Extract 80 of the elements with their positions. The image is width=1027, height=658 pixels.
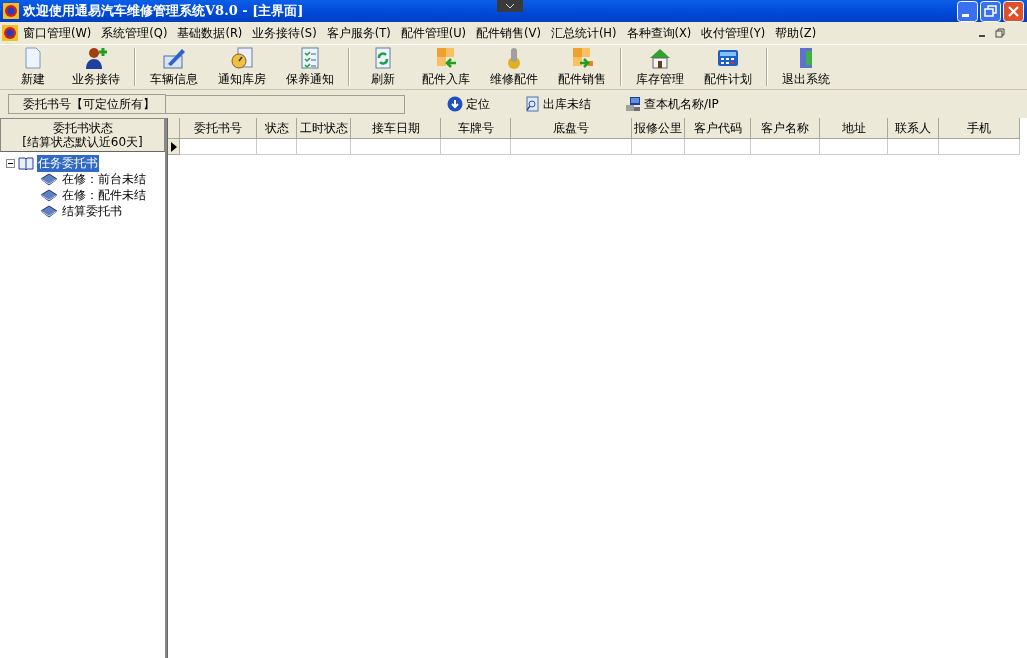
table-cell[interactable] bbox=[351, 139, 441, 155]
column-header[interactable]: 委托书号 bbox=[180, 118, 257, 139]
menu-item[interactable]: 窗口管理(W) bbox=[18, 25, 97, 41]
arrow-down-icon bbox=[447, 96, 463, 112]
chevron-down-icon[interactable] bbox=[497, 0, 523, 12]
table-cell[interactable] bbox=[939, 139, 1020, 155]
column-header[interactable]: 客户名称 bbox=[751, 118, 820, 139]
column-header[interactable]: 报修公里 bbox=[632, 118, 685, 139]
toolbar-button[interactable]: 配件销售 bbox=[548, 45, 616, 89]
app-logo-icon bbox=[2, 25, 18, 41]
table-cell[interactable] bbox=[888, 139, 939, 155]
toolbar-button[interactable]: 业务接待 bbox=[62, 45, 130, 89]
table-cell[interactable] bbox=[632, 139, 685, 155]
toolbar-button[interactable]: 保养通知 bbox=[276, 45, 344, 89]
column-header[interactable]: 接车日期 bbox=[351, 118, 441, 139]
table-cell[interactable] bbox=[180, 139, 257, 155]
table-cell[interactable] bbox=[257, 139, 297, 155]
menu-item[interactable]: 系统管理(Q) bbox=[96, 25, 173, 41]
collapse-icon[interactable] bbox=[6, 158, 15, 168]
search-action-button[interactable]: 出库未结 bbox=[522, 95, 593, 113]
table-cell[interactable] bbox=[820, 139, 888, 155]
column-header[interactable]: 地址 bbox=[820, 118, 888, 139]
toolbar-button[interactable]: 配件计划 bbox=[694, 45, 762, 89]
toolbar-button[interactable]: 新建 bbox=[4, 45, 62, 89]
menu-item[interactable]: 业务接待(S) bbox=[247, 25, 322, 41]
toolbar-button[interactable]: 配件入库 bbox=[412, 45, 480, 89]
toolbar-button[interactable]: 退出系统 bbox=[772, 45, 840, 89]
tree-item[interactable]: 在修：配件未结 bbox=[61, 186, 147, 204]
app-logo-icon bbox=[3, 3, 19, 19]
menu-item[interactable]: 帮助(Z) bbox=[770, 25, 822, 41]
toolbar-button[interactable]: 维修配件 bbox=[480, 45, 548, 89]
person-add-icon bbox=[84, 46, 108, 70]
menu-item[interactable]: 客户服务(T) bbox=[321, 25, 396, 41]
checklist-icon bbox=[298, 46, 322, 70]
house-icon bbox=[648, 46, 672, 70]
table-cell[interactable] bbox=[441, 139, 511, 155]
tree-header: 委托书状态 [结算状态默认近60天] bbox=[0, 118, 165, 152]
search-action-button[interactable]: 定位 bbox=[445, 95, 492, 113]
restore-icon[interactable] bbox=[995, 28, 1005, 38]
toolbar-button[interactable]: 刷新 bbox=[354, 45, 412, 89]
column-header[interactable]: 手机 bbox=[939, 118, 1020, 139]
search-icon bbox=[524, 96, 540, 112]
column-header[interactable]: 状态 bbox=[257, 118, 297, 139]
column-header[interactable]: 工时状态 bbox=[297, 118, 351, 139]
menu-item[interactable]: 各种查询(X) bbox=[621, 25, 697, 41]
toolbar-button[interactable]: 通知库房 bbox=[208, 45, 276, 89]
toolbar-button[interactable]: 车辆信息 bbox=[140, 45, 208, 89]
close-button[interactable] bbox=[1003, 0, 1024, 22]
computer-icon bbox=[625, 96, 641, 112]
menu-item[interactable]: 汇总统计(H) bbox=[545, 25, 622, 41]
table-cell[interactable] bbox=[511, 139, 632, 155]
column-header[interactable]: 客户代码 bbox=[685, 118, 751, 139]
table-cell[interactable] bbox=[685, 139, 751, 155]
window-title: 欢迎使用通易汽车维修管理系统V8.0 - [主界面] bbox=[23, 2, 304, 20]
pen-icon bbox=[162, 46, 186, 70]
book-icon bbox=[40, 204, 58, 218]
book-icon bbox=[40, 172, 58, 186]
search-label: 委托书号【可定位所有】 bbox=[8, 94, 166, 114]
book-icon bbox=[40, 188, 58, 202]
menu-item[interactable]: 配件管理(U) bbox=[395, 25, 472, 41]
menu-item[interactable]: 配件销售(V) bbox=[471, 25, 546, 41]
minimize-button[interactable] bbox=[957, 0, 978, 22]
search-field[interactable] bbox=[166, 94, 405, 114]
toolbar-button[interactable]: 库存管理 bbox=[626, 45, 694, 89]
column-header[interactable]: 联系人 bbox=[888, 118, 939, 139]
column-header[interactable]: 车牌号 bbox=[441, 118, 511, 139]
book-icon bbox=[18, 156, 34, 170]
column-header[interactable]: 底盘号 bbox=[511, 118, 632, 139]
tree-item[interactable]: 在修：前台未结 bbox=[61, 170, 147, 188]
table-cell[interactable] bbox=[297, 139, 351, 155]
gauge-icon bbox=[230, 46, 254, 70]
menu-item[interactable]: 收付管理(Y) bbox=[696, 25, 771, 41]
boxes-arrow-icon bbox=[570, 46, 594, 70]
table-cell[interactable] bbox=[751, 139, 820, 155]
restore-button[interactable] bbox=[980, 0, 1001, 22]
menu-item[interactable]: 基础数据(R) bbox=[172, 25, 248, 41]
tree-item[interactable]: 任务委托书 bbox=[37, 154, 99, 172]
search-action-button[interactable]: 查本机名称/IP bbox=[623, 95, 721, 113]
boxes-arrow-icon bbox=[434, 46, 458, 70]
tree-item[interactable]: 结算委托书 bbox=[61, 202, 123, 220]
